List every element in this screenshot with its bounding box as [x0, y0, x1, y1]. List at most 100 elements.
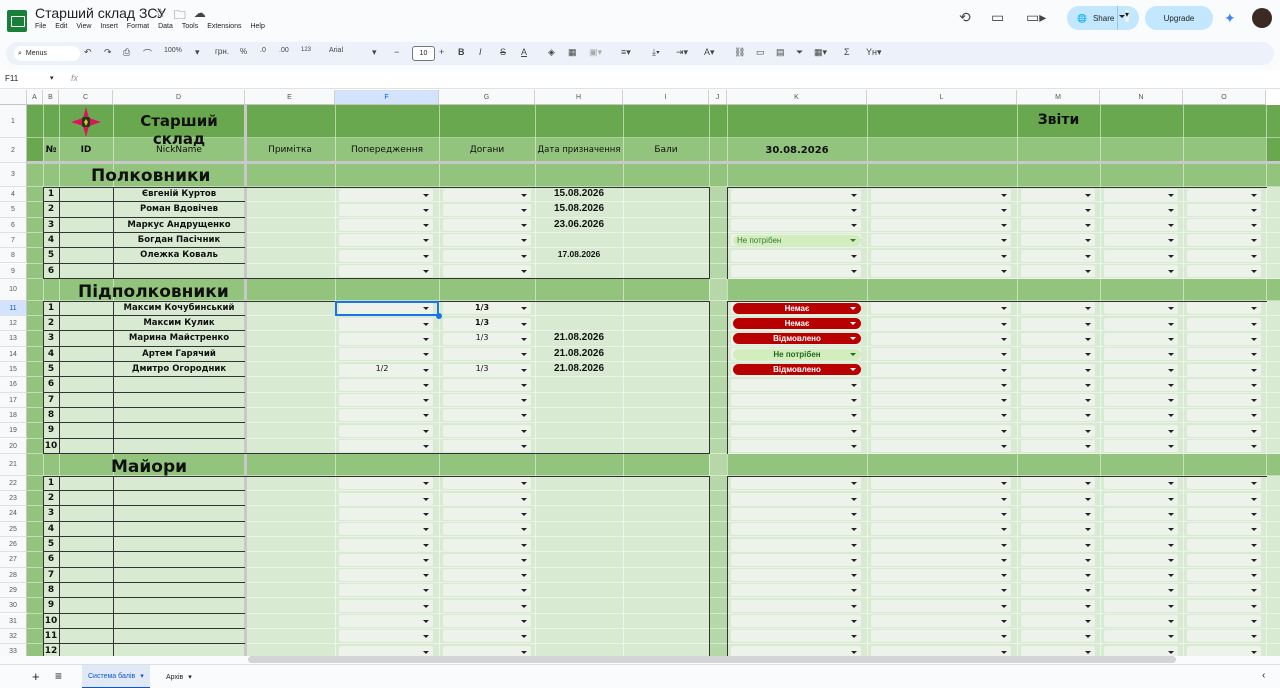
row-header-33[interactable]: 33 [0, 644, 27, 656]
menu-item-view[interactable]: View [76, 23, 91, 30]
dropdown-n[interactable] [1104, 477, 1178, 490]
dropdown-g[interactable] [443, 348, 531, 361]
all-sheets-icon[interactable]: ≡ [55, 669, 62, 683]
dropdown-n[interactable] [1104, 440, 1178, 452]
chevron-down-icon[interactable]: ▾ [1118, 10, 1130, 22]
status-chip[interactable]: Не потрібен [733, 348, 861, 360]
dropdown-m[interactable] [1021, 584, 1095, 597]
menu-item-file[interactable]: File [35, 23, 46, 30]
dropdown-m[interactable] [1021, 409, 1095, 422]
status-chip[interactable]: Відмовлено [733, 364, 861, 375]
dropdown-n[interactable] [1104, 409, 1178, 422]
row-header-8[interactable]: 8 [0, 248, 27, 264]
column-header-c[interactable]: C [59, 90, 113, 105]
dropdown-k[interactable] [731, 188, 861, 201]
dropdown-l[interactable] [871, 538, 1011, 551]
tab-archive[interactable]: Архів ▾ [160, 665, 198, 688]
status-chip[interactable]: Немає [733, 318, 861, 330]
dropdown-g[interactable] [443, 630, 531, 643]
dropdown-m[interactable] [1021, 440, 1095, 452]
menu-item-extensions[interactable]: Extensions [207, 23, 241, 30]
insert-comment-icon[interactable]: ▭ [756, 47, 765, 58]
italic-icon[interactable]: I [479, 47, 482, 57]
comments-icon[interactable]: ▭ [991, 9, 1004, 26]
column-header-g[interactable]: G [439, 90, 535, 105]
dropdown-l[interactable] [871, 363, 1011, 376]
text-rotate-icon[interactable]: A▾ [704, 47, 715, 58]
menu-item-insert[interactable]: Insert [100, 23, 118, 30]
dropdown-o[interactable] [1187, 424, 1261, 437]
borders-icon[interactable]: ▦ [568, 47, 577, 58]
dropdown-k[interactable] [731, 645, 861, 656]
row-header-6[interactable]: 6 [0, 217, 27, 233]
dropdown-m[interactable] [1021, 553, 1095, 566]
dropdown-l[interactable] [871, 523, 1011, 536]
dropdown-o[interactable] [1187, 378, 1261, 391]
dropdown-f[interactable] [339, 477, 433, 490]
dropdown-o[interactable] [1187, 599, 1261, 612]
dropdown-o[interactable] [1187, 265, 1261, 277]
dropdown-o[interactable] [1187, 615, 1261, 627]
dropdown-m[interactable] [1021, 538, 1095, 551]
dropdown-f[interactable] [339, 249, 433, 262]
dropdown-l[interactable] [871, 584, 1011, 597]
row-header-13[interactable]: 13 [0, 331, 27, 347]
tab-system-points[interactable]: Система балів ▾ [82, 665, 150, 688]
font-size-input[interactable]: 10 [412, 46, 435, 61]
column-header-h[interactable]: H [535, 90, 623, 105]
spreadsheet-grid[interactable]: A B C D E F G H I J K L M N O 1 2 3 4 5 6 7 8 9 10 11 12 13 14 15 16 17… [0, 90, 1280, 656]
text-color-icon[interactable]: A [521, 47, 527, 57]
status-chip[interactable]: Відмовлено [733, 333, 861, 345]
dropdown-l[interactable] [871, 492, 1011, 505]
chevron-down-icon[interactable]: ▾ [50, 74, 54, 82]
dropdown-n[interactable] [1104, 203, 1178, 216]
dropdown-l[interactable] [871, 477, 1011, 490]
dropdown-m[interactable] [1021, 302, 1095, 315]
column-header-o[interactable]: O [1183, 90, 1266, 105]
menu-item-help[interactable]: Help [250, 23, 264, 30]
dropdown-f[interactable] [339, 348, 433, 361]
bold-icon[interactable]: B [458, 47, 465, 57]
dropdown-n[interactable] [1104, 569, 1178, 582]
dropdown-g[interactable] [443, 424, 531, 437]
dropdown-k[interactable] [731, 553, 861, 566]
dropdown-l[interactable] [871, 302, 1011, 315]
chevron-down-icon[interactable]: ▾ [195, 47, 200, 58]
dropdown-k[interactable] [731, 203, 861, 216]
dropdown-k[interactable] [731, 409, 861, 422]
dropdown-f[interactable] [339, 645, 433, 656]
redo-icon[interactable]: ↷ [104, 47, 112, 58]
dropdown-f[interactable] [339, 615, 433, 627]
add-sheet-icon[interactable]: + [32, 669, 40, 684]
dropdown-l[interactable] [871, 424, 1011, 437]
share-button[interactable]: 🌐 Share ▾ [1067, 6, 1139, 30]
dropdown-m[interactable] [1021, 348, 1095, 361]
dropdown-m[interactable] [1021, 615, 1095, 627]
status-chip[interactable]: Не потрібен [733, 234, 861, 246]
dropdown-o[interactable] [1187, 249, 1261, 262]
dropdown-l[interactable] [871, 378, 1011, 391]
dropdown-f[interactable] [339, 188, 433, 201]
dropdown-g[interactable] [443, 409, 531, 422]
dropdown-o[interactable] [1187, 317, 1261, 330]
row-header-32[interactable]: 32 [0, 628, 27, 645]
dropdown-k[interactable] [731, 477, 861, 490]
dropdown-f[interactable] [339, 219, 433, 232]
select-all-corner[interactable] [0, 90, 27, 105]
dropdown-f[interactable] [339, 553, 433, 566]
row-header-4[interactable]: 4 [0, 187, 27, 203]
dropdown-f[interactable] [339, 394, 433, 407]
dropdown-f[interactable] [339, 378, 433, 391]
column-header-e[interactable]: E [245, 90, 335, 105]
dropdown-g[interactable] [443, 477, 531, 490]
dropdown-k[interactable] [731, 378, 861, 391]
merge-cells-icon[interactable]: ▣▾ [589, 47, 602, 58]
doc-title[interactable]: Старший склад ЗСУ [35, 5, 166, 21]
dropdown-m[interactable] [1021, 523, 1095, 536]
dropdown-o[interactable] [1187, 348, 1261, 361]
dropdown-l[interactable] [871, 630, 1011, 643]
dropdown-n[interactable] [1104, 302, 1178, 315]
row-header-24[interactable]: 24 [0, 506, 27, 522]
dropdown-n[interactable] [1104, 332, 1178, 345]
dropdown-m[interactable] [1021, 378, 1095, 391]
